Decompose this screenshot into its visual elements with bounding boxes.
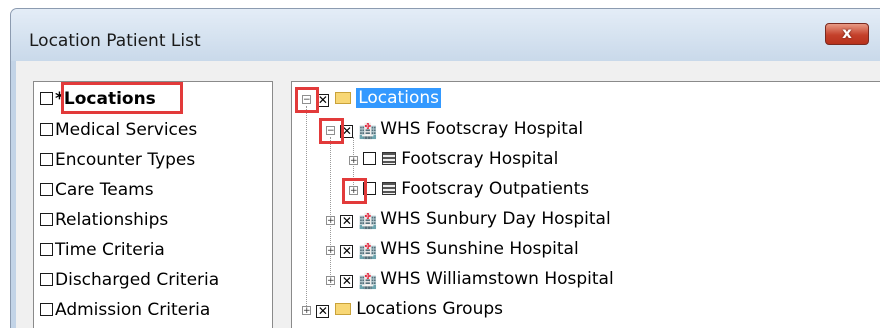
criteria-item-medical-services[interactable]: Medical Services	[40, 118, 197, 142]
tree-node-footscray-hospital[interactable]: + Footscray Hospital	[349, 147, 558, 171]
criteria-item-encounter-types[interactable]: Encounter Types	[40, 148, 195, 172]
criteria-label: Admission Criteria	[55, 300, 211, 320]
hospital-icon: 🏥	[358, 122, 378, 140]
checkbox[interactable]: ✕	[316, 305, 330, 318]
highlight-callout	[61, 82, 183, 114]
checkbox[interactable]	[363, 152, 377, 165]
tree-node-label: Locations	[356, 88, 441, 108]
folder-icon	[334, 92, 351, 104]
tree-node-label: Footscray Hospital	[401, 149, 559, 169]
ward-icon	[381, 182, 396, 195]
window-title: Location Patient List	[29, 31, 201, 51]
expand-icon[interactable]: +	[326, 276, 335, 286]
hospital-icon: 🏥	[358, 242, 378, 260]
tree-connector	[306, 106, 307, 306]
checkbox[interactable]	[40, 303, 53, 316]
checkbox[interactable]	[40, 153, 53, 166]
expand-icon[interactable]: +	[349, 156, 358, 166]
criteria-label: Care Teams	[55, 180, 154, 200]
tree-node-whs-footscray-hospital[interactable]: − ✕ 🏥 WHS Footscray Hospital	[326, 117, 583, 141]
tree-node-label: Locations Groups	[356, 299, 503, 319]
location-tree: − ✕ Locations − ✕ 🏥 WHS Footscray Hospit…	[291, 81, 880, 328]
criteria-item-relationships[interactable]: Relationships	[40, 208, 168, 232]
highlight-callout	[295, 87, 319, 113]
title-bar[interactable]: Location Patient List x	[11, 9, 880, 61]
checkbox[interactable]	[40, 183, 53, 196]
tree-node-locations[interactable]: − ✕ Locations	[302, 86, 441, 110]
dialog-body: *Locations Medical Services Encounter Ty…	[16, 61, 880, 328]
checkbox[interactable]: ✕	[340, 215, 354, 228]
tree-node-label: Footscray Outpatients	[401, 179, 590, 199]
expand-icon[interactable]: +	[326, 246, 335, 256]
folder-icon	[334, 303, 351, 315]
tree-node-label: WHS Williamstown Hospital	[380, 269, 614, 289]
tree-node-label: WHS Sunbury Day Hospital	[380, 209, 611, 229]
criteria-item-care-teams[interactable]: Care Teams	[40, 178, 154, 202]
tree-node-locations-groups[interactable]: + ✕ Locations Groups	[302, 297, 503, 321]
tree-node-label: WHS Footscray Hospital	[380, 119, 584, 139]
close-icon: x	[842, 24, 852, 42]
expand-icon[interactable]: +	[326, 216, 335, 226]
tree-node-whs-williamstown-hospital[interactable]: + ✕ 🏥 WHS Williamstown Hospital	[326, 267, 614, 291]
criteria-item-admission-criteria[interactable]: Admission Criteria	[40, 298, 210, 322]
criteria-label: Relationships	[55, 210, 169, 230]
highlight-callout	[342, 178, 367, 204]
checkbox[interactable]	[40, 92, 53, 105]
criteria-label: Encounter Types	[55, 150, 196, 170]
criteria-item-discharged-criteria[interactable]: Discharged Criteria	[40, 268, 219, 292]
tree-node-whs-sunbury-day-hospital[interactable]: + ✕ 🏥 WHS Sunbury Day Hospital	[326, 207, 611, 231]
hospital-icon: 🏥	[358, 212, 378, 230]
checkbox[interactable]	[40, 243, 53, 256]
criteria-list: *Locations Medical Services Encounter Ty…	[33, 81, 273, 328]
tree-node-whs-sunshine-hospital[interactable]: + ✕ 🏥 WHS Sunshine Hospital	[326, 237, 579, 261]
criteria-label: Time Criteria	[55, 240, 165, 260]
expand-icon[interactable]: +	[302, 306, 311, 316]
tree-node-footscray-outpatients[interactable]: + Footscray Outpatients	[349, 177, 589, 201]
checkbox[interactable]: ✕	[340, 245, 354, 258]
ward-icon	[381, 152, 396, 165]
location-patient-list-window: Location Patient List x *Locations Medic…	[10, 8, 880, 328]
close-button[interactable]: x	[825, 23, 869, 45]
criteria-label: Medical Services	[55, 120, 198, 140]
criteria-item-time-criteria[interactable]: Time Criteria	[40, 238, 165, 262]
checkbox[interactable]	[40, 273, 53, 286]
checkbox[interactable]	[40, 213, 53, 226]
highlight-callout	[319, 118, 344, 144]
tree-node-label: WHS Sunshine Hospital	[380, 239, 579, 259]
hospital-icon: 🏥	[358, 272, 378, 290]
criteria-label: Discharged Criteria	[55, 270, 220, 290]
checkbox[interactable]: ✕	[340, 275, 354, 288]
checkbox[interactable]	[40, 123, 53, 136]
